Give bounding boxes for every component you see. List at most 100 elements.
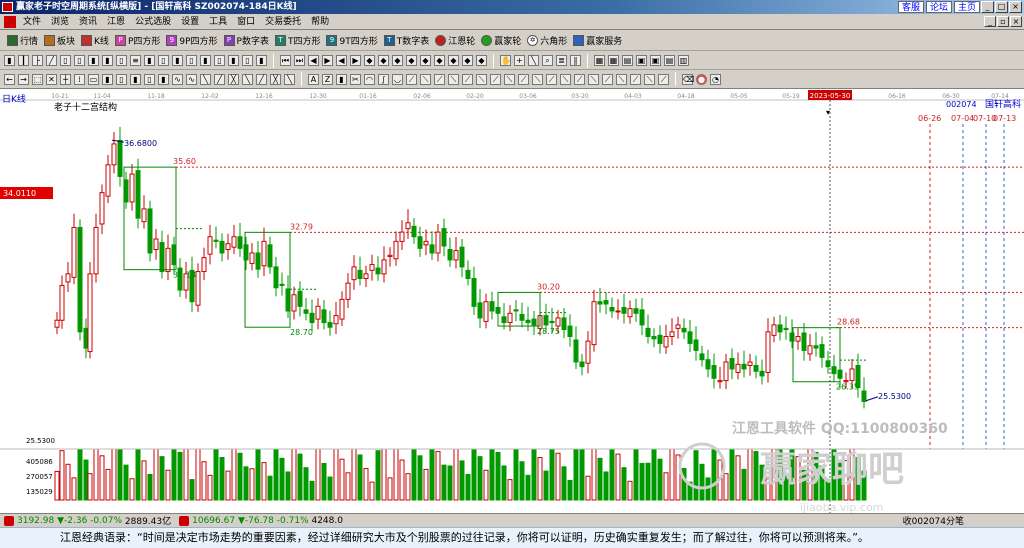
bars9-icon[interactable]: ▯ — [186, 55, 197, 66]
trend-icon[interactable]: ╲ — [528, 55, 539, 66]
bar-chart-icon[interactable]: ▮ — [4, 55, 15, 66]
diag9-icon[interactable]: ⟋ — [518, 73, 529, 85]
ruler-icon[interactable]: ┼ — [60, 73, 71, 85]
diag5-icon[interactable]: ⟋ — [462, 73, 473, 85]
kline-chart-panel[interactable]: 10-21 11-04 11-18 12-02 12-16 12-30 01-16 02-06… — [0, 89, 1024, 513]
kline-button[interactable]: K线 — [78, 32, 112, 50]
diamond8-icon[interactable]: ◆ — [462, 55, 473, 66]
diag10-icon[interactable]: ⟍ — [532, 73, 543, 85]
bars3-icon[interactable]: ▮ — [88, 55, 99, 66]
wave-icon[interactable]: ∿ — [172, 73, 183, 85]
diag2-icon[interactable]: ⟍ — [420, 73, 431, 85]
line5-icon[interactable]: ╱ — [256, 73, 267, 85]
bars13-icon[interactable]: ▯ — [242, 55, 253, 66]
end-icon[interactable]: ⏭ — [294, 55, 305, 66]
winner-wheel-button[interactable]: 赢家轮 — [478, 32, 524, 50]
crosshair-icon[interactable]: + — [514, 55, 525, 66]
channel-icon[interactable]: ∥ — [570, 55, 581, 66]
save-icon[interactable]: ▤ — [664, 55, 675, 66]
hexagon-button[interactable]: ✡ 六角形 — [524, 32, 570, 50]
menu-window[interactable]: 窗口 — [232, 14, 260, 30]
dots-icon[interactable]: ⁞ — [74, 73, 85, 85]
record-icon[interactable]: ● — [696, 73, 707, 85]
p-square-button[interactable]: P P四方形 — [112, 32, 163, 50]
diag6-icon[interactable]: ⟍ — [476, 73, 487, 85]
bars7-icon[interactable]: ▯ — [158, 55, 169, 66]
left-arrow-icon[interactable]: ← — [4, 73, 15, 85]
support-link[interactable]: 客服 — [897, 1, 924, 13]
bars11-icon[interactable]: ▯ — [214, 55, 225, 66]
bars5-icon[interactable]: ▯ — [116, 55, 127, 66]
fwd-icon[interactable]: ▶ — [350, 55, 361, 66]
close-icon[interactable]: × — [1009, 1, 1022, 13]
bars12-icon[interactable]: ▮ — [228, 55, 239, 66]
grid-icon[interactable]: ▦ — [608, 55, 619, 66]
9t-square-button[interactable]: 9 9T四方形 — [323, 32, 380, 50]
diag16-icon[interactable]: ⟍ — [616, 73, 627, 85]
menu-formula-screener[interactable]: 公式选股 — [130, 14, 176, 30]
eraser-icon[interactable]: ⌫ — [682, 73, 694, 85]
back-icon[interactable]: ◀ — [336, 55, 347, 66]
diamond6-icon[interactable]: ◆ — [434, 55, 445, 66]
diamond4-icon[interactable]: ◆ — [406, 55, 417, 66]
first-icon[interactable]: ⏮ — [280, 55, 291, 66]
diag12-icon[interactable]: ⟍ — [560, 73, 571, 85]
window2-icon[interactable]: ▣ — [650, 55, 661, 66]
prev-icon[interactable]: ◀ — [308, 55, 319, 66]
quotes-button[interactable]: 行情 — [4, 32, 41, 50]
menu-tools[interactable]: 工具 — [204, 14, 232, 30]
chart-pie-icon[interactable]: ◔ — [710, 73, 721, 85]
t-square-button[interactable]: T T四方形 — [272, 32, 324, 50]
bars16-icon[interactable]: ▯ — [116, 73, 127, 85]
hand-icon[interactable]: ✋ — [500, 55, 511, 66]
diamond7-icon[interactable]: ◆ — [448, 55, 459, 66]
tick-detail[interactable]: 收002074分笔 — [903, 514, 964, 527]
diamond9-icon[interactable]: ◆ — [476, 55, 487, 66]
line-chart-icon[interactable]: ╱ — [46, 55, 57, 66]
p-number-table-button[interactable]: P P数字表 — [221, 32, 272, 50]
bars15-icon[interactable]: ▮ — [102, 73, 113, 85]
diag11-icon[interactable]: ⟋ — [546, 73, 557, 85]
bars2-icon[interactable]: ▯ — [74, 55, 85, 66]
minimize-icon[interactable]: _ — [981, 1, 994, 13]
line1-icon[interactable]: ╲ — [200, 73, 211, 85]
bars-icon[interactable]: ▯ — [60, 55, 71, 66]
diag15-icon[interactable]: ⟋ — [602, 73, 613, 85]
next-icon[interactable]: ▶ — [322, 55, 333, 66]
menu-trade[interactable]: 交易委托 — [260, 14, 306, 30]
menu-browse[interactable]: 浏览 — [46, 14, 74, 30]
diag17-icon[interactable]: ⟋ — [630, 73, 641, 85]
sector-button[interactable]: 板块 — [41, 32, 78, 50]
line3-icon[interactable]: ╳ — [228, 73, 239, 85]
diamond2-icon[interactable]: ◆ — [378, 55, 389, 66]
doc-restore-icon[interactable]: ▫ — [997, 16, 1009, 27]
diag13-icon[interactable]: ⟋ — [574, 73, 585, 85]
winner-service-button[interactable]: 赢家服务 — [570, 32, 625, 50]
bars19-icon[interactable]: ▮ — [158, 73, 169, 85]
diamond3-icon[interactable]: ◆ — [392, 55, 403, 66]
window-icon[interactable]: ▣ — [636, 55, 647, 66]
arc-icon[interactable]: ◠ — [364, 73, 375, 85]
bars18-icon[interactable]: ▯ — [144, 73, 155, 85]
9p-square-button[interactable]: 9 9P四方形 — [163, 32, 220, 50]
bars8-icon[interactable]: ▮ — [172, 55, 183, 66]
diag19-icon[interactable]: ⟋ — [658, 73, 669, 85]
right-arrow-icon[interactable]: → — [18, 73, 29, 85]
line6-icon[interactable]: ╳ — [270, 73, 281, 85]
doc-close-icon[interactable]: × — [1010, 16, 1022, 27]
diag1-icon[interactable]: ⟋ — [406, 73, 417, 85]
doc-minimize-icon[interactable]: _ — [984, 16, 996, 27]
forum-link[interactable]: 论坛 — [925, 1, 952, 13]
ohlc-icon[interactable]: ├ — [32, 55, 43, 66]
menu-news[interactable]: 资讯 — [74, 14, 102, 30]
maximize-icon[interactable]: □ — [995, 1, 1008, 13]
diamond5-icon[interactable]: ◆ — [420, 55, 431, 66]
homepage-link[interactable]: 主页 — [953, 1, 980, 13]
bars6-icon[interactable]: ▮ — [144, 55, 155, 66]
diag18-icon[interactable]: ⟍ — [644, 73, 655, 85]
select-icon[interactable]: ⬚ — [32, 73, 43, 85]
kline-chart-svg[interactable]: 10-21 11-04 11-18 12-02 12-16 12-30 01-16 02-06… — [0, 89, 1024, 513]
bars14-icon[interactable]: ▮ — [256, 55, 267, 66]
line4-icon[interactable]: ╲ — [242, 73, 253, 85]
magnify-icon[interactable]: ⌕ — [542, 55, 553, 66]
